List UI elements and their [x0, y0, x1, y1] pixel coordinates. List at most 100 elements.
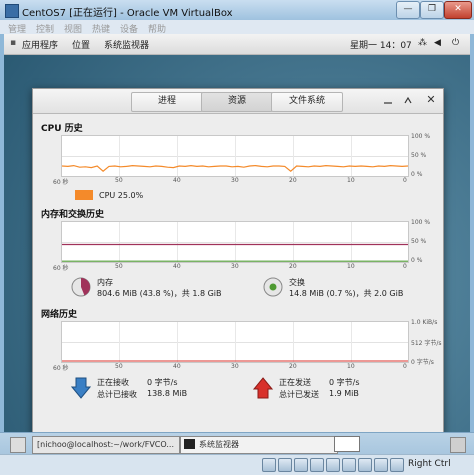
desktop: 进程 资源 文件系统 ✕ CPU 历史 100 % 50 % 0 % 60 秒 … [4, 55, 470, 432]
memory-section-title: 内存和交换历史 [41, 210, 105, 220]
network-history-graph [61, 321, 409, 363]
network-icon[interactable]: ⁂ [418, 38, 427, 48]
power-icon[interactable]: ⏻ [452, 38, 459, 48]
mem-xtick: 10 [347, 263, 355, 270]
swap-value: 14.8 MiB (0.7 %)，共 2.0 GiB [289, 289, 404, 298]
activities-icon[interactable]: ▪ [10, 38, 16, 48]
tab-resources[interactable]: 资源 [201, 92, 273, 112]
notification-icon[interactable] [450, 437, 466, 453]
mem-xtick: 50 [115, 263, 123, 270]
usb-icon[interactable] [326, 458, 340, 472]
memory-value: 804.6 MiB (43.8 %)，共 1.8 GiB [97, 289, 222, 298]
memory-label: 内存 [97, 278, 113, 287]
sending-label: 正在发送 [279, 378, 311, 387]
total-received-label: 总计已接收 [97, 390, 137, 399]
audio-icon[interactable] [294, 458, 308, 472]
net-xtick: 0 [403, 363, 407, 370]
cpu-ytick-50: 50 % [411, 152, 427, 159]
cpu-xtick: 30 [231, 177, 239, 184]
mouse-integration-icon[interactable] [390, 458, 404, 472]
places-menu[interactable]: 位置 [72, 38, 90, 51]
system-monitor-window: 进程 资源 文件系统 ✕ CPU 历史 100 % 50 % 0 % 60 秒 … [32, 88, 444, 432]
hdd-icon[interactable] [262, 458, 276, 472]
display-icon[interactable] [358, 458, 372, 472]
window-title: CentOS7 [正在运行] - Oracle VM VirtualBox [22, 8, 233, 19]
net-xtick: 10 [347, 363, 355, 370]
sending-rate: 0 字节/s [329, 378, 360, 387]
cpu-section-title: CPU 历史 [41, 124, 83, 134]
mem-xtick: 40 [173, 263, 181, 270]
virtualbox-window: CentOS7 [正在运行] - Oracle VM VirtualBox — … [0, 0, 474, 475]
receiving-rate: 0 字节/s [147, 378, 178, 387]
window-close-icon[interactable]: ✕ [425, 94, 437, 106]
guest-screen: ▪ 应用程序 位置 系统监视器 星期一 14：07 ⁂ ◀ ⏻ 进程 资源 文件… [4, 34, 470, 432]
mem-ytick-50: 50 % [411, 238, 427, 245]
swap-pie-icon[interactable] [263, 277, 283, 297]
total-received-value: 138.8 MiB [147, 389, 188, 398]
gnome-top-bar: ▪ 应用程序 位置 系统监视器 星期一 14：07 ⁂ ◀ ⏻ [4, 34, 470, 55]
cpu-color-swatch[interactable] [75, 190, 93, 200]
send-arrow-icon[interactable] [253, 377, 273, 399]
net-xtick: 30 [231, 363, 239, 370]
tab-bar: 进程 资源 文件系统 ✕ [33, 89, 443, 114]
total-sent-label: 总计已发送 [279, 390, 319, 399]
cpu-xtick: 60 秒 [53, 179, 69, 186]
mem-ytick-0: 0 % [411, 257, 423, 264]
mem-xtick: 20 [289, 263, 297, 270]
vbox-menubar: 管理 控制 视图 热键 设备 帮助 [0, 20, 474, 35]
memory-pie-icon[interactable] [71, 277, 91, 297]
mem-ytick-100: 100 % [411, 219, 431, 226]
close-button[interactable]: ✕ [444, 1, 472, 19]
minimize-button[interactable]: — [396, 1, 420, 19]
cpu-xtick: 0 [403, 177, 407, 184]
cpu-history-graph [61, 135, 409, 177]
maximize-button[interactable]: ❐ [420, 1, 444, 19]
optical-drive-icon[interactable] [278, 458, 292, 472]
network-section-title: 网络历史 [41, 310, 78, 320]
show-desktop-icon[interactable] [10, 437, 26, 453]
workspace-switcher[interactable] [334, 436, 360, 452]
cpu-ytick-0: 0 % [411, 171, 423, 178]
tab-processes[interactable]: 进程 [131, 92, 203, 112]
sysmon-app-icon [184, 439, 195, 449]
receiving-label: 正在接收 [97, 378, 129, 387]
virtualbox-icon [5, 4, 19, 18]
cpu-xtick: 20 [289, 177, 297, 184]
taskbar-sysmon[interactable]: 系统监视器 [180, 436, 338, 454]
cpu-ytick-100: 100 % [411, 133, 431, 140]
network-adapter-icon[interactable] [310, 458, 324, 472]
mem-xtick: 30 [231, 263, 239, 270]
volume-icon[interactable]: ◀ [434, 38, 441, 48]
tab-filesystems[interactable]: 文件系统 [271, 92, 343, 112]
taskbar-terminal[interactable]: [nichoo@localhost:~/work/FVCO... [32, 436, 180, 454]
net-xtick: 50 [115, 363, 123, 370]
shared-folder-icon[interactable] [342, 458, 356, 472]
net-xtick: 40 [173, 363, 181, 370]
cpu-series-line [62, 164, 408, 172]
swap-pie-slice [269, 283, 277, 291]
net-xtick: 20 [289, 363, 297, 370]
vbox-titlebar[interactable]: CentOS7 [正在运行] - Oracle VM VirtualBox — … [0, 0, 474, 21]
net-ytick-0: 0 字节/s [411, 359, 434, 366]
host-key-label: Right Ctrl [408, 459, 451, 469]
total-sent-value: 1.9 MiB [329, 389, 359, 398]
applications-menu[interactable]: 应用程序 [22, 38, 58, 51]
window-minimize-icon[interactable] [383, 95, 393, 105]
cpu-legend-label: CPU 25.0% [99, 191, 144, 200]
cpu-xtick: 40 [173, 177, 181, 184]
net-ytick-max: 1.0 KiB/s [411, 319, 438, 326]
receive-arrow-icon[interactable] [71, 377, 91, 399]
net-xtick: 60 秒 [53, 365, 69, 372]
mem-xtick: 0 [403, 263, 407, 270]
net-ytick-mid: 512 字节/s [411, 340, 442, 347]
vbox-statusbar: Right Ctrl [0, 454, 474, 475]
app-menu-sysmon[interactable]: 系统监视器 [104, 38, 149, 51]
swap-label: 交换 [289, 278, 305, 287]
memory-history-graph [61, 221, 409, 263]
window-maximize-icon[interactable] [403, 95, 413, 105]
cpu-xtick: 10 [347, 177, 355, 184]
mem-xtick: 60 秒 [53, 265, 69, 272]
recording-icon[interactable] [374, 458, 388, 472]
clock[interactable]: 星期一 14：07 [350, 38, 412, 51]
cpu-xtick: 50 [115, 177, 123, 184]
